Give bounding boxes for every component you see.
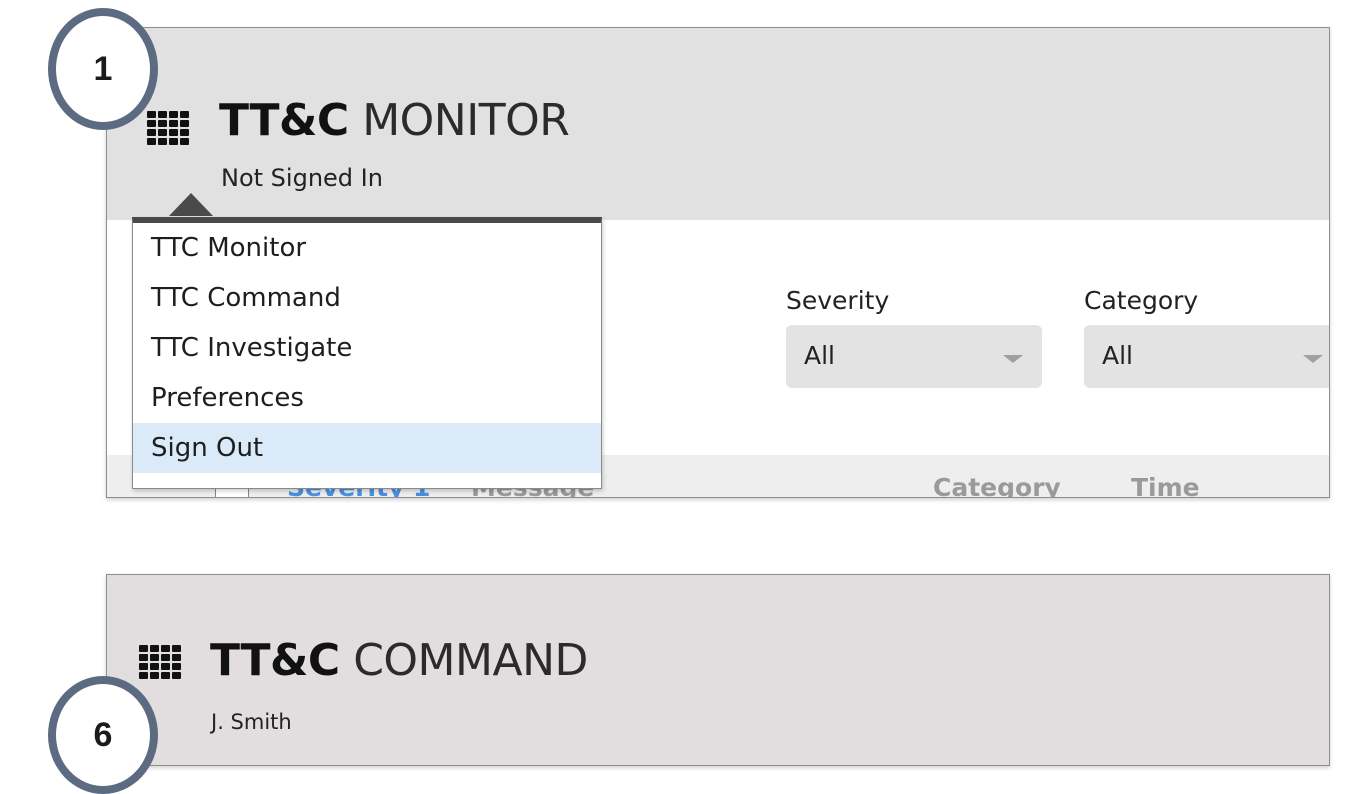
category-filter-label: Category bbox=[1084, 286, 1199, 315]
menu-item-ttc-command[interactable]: TTC Command bbox=[133, 273, 601, 323]
callout-badge-6: 6 bbox=[48, 676, 158, 794]
chevron-down-icon bbox=[1003, 355, 1023, 363]
callout-badge-1: 1 bbox=[48, 8, 158, 130]
command-app-header: TT&C COMMAND J. Smith bbox=[106, 574, 1330, 766]
menu-item-sign-out[interactable]: Sign Out bbox=[133, 423, 601, 473]
menu-pointer bbox=[169, 193, 213, 216]
menu-item-preferences[interactable]: Preferences bbox=[133, 373, 601, 423]
column-header-category[interactable]: Category bbox=[933, 473, 1061, 497]
app-title: TT&C MONITOR bbox=[219, 95, 570, 146]
app-switcher-menu: TTC Monitor TTC Command TTC Investigate … bbox=[132, 217, 602, 489]
chevron-down-icon bbox=[1303, 355, 1323, 363]
column-header-time[interactable]: Time bbox=[1131, 473, 1200, 497]
severity-filter-label: Severity bbox=[786, 286, 890, 315]
menu-item-ttc-monitor[interactable]: TTC Monitor bbox=[133, 223, 601, 273]
severity-select[interactable]: All bbox=[786, 325, 1042, 388]
severity-select-value: All bbox=[804, 341, 835, 370]
user-status[interactable]: Not Signed In bbox=[221, 164, 383, 192]
app-title-bold: TT&C bbox=[210, 635, 340, 686]
monitor-header: TT&C MONITOR Not Signed In bbox=[107, 28, 1329, 220]
app-title: TT&C COMMAND bbox=[210, 636, 588, 686]
user-name[interactable]: J. Smith bbox=[211, 710, 292, 734]
grid-icon[interactable] bbox=[139, 645, 181, 679]
category-select-value: All bbox=[1102, 341, 1133, 370]
monitor-app-window: TT&C MONITOR Not Signed In TTC Monitor T… bbox=[106, 27, 1330, 498]
grid-icon[interactable] bbox=[147, 111, 189, 145]
app-title-bold: TT&C bbox=[219, 95, 349, 146]
app-title-light: COMMAND bbox=[353, 635, 588, 686]
category-select[interactable]: All bbox=[1084, 325, 1329, 388]
menu-item-ttc-investigate[interactable]: TTC Investigate bbox=[133, 323, 601, 373]
app-title-light: MONITOR bbox=[362, 95, 570, 146]
